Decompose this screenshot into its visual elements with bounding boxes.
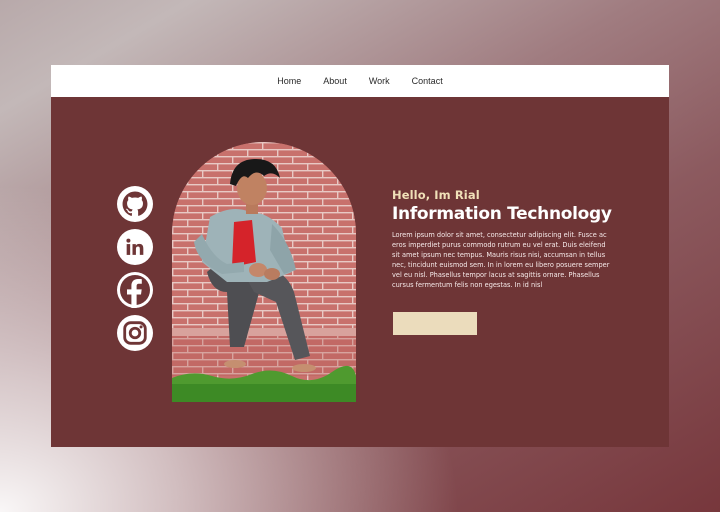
social-links (117, 186, 153, 358)
hero-title: Information Technology (392, 204, 612, 224)
instagram-link[interactable] (117, 315, 153, 351)
facebook-link[interactable] (117, 272, 153, 308)
nav-home-link[interactable]: Home (277, 76, 301, 86)
github-link[interactable] (117, 186, 153, 222)
linkedin-icon (126, 238, 144, 255)
profile-photo-illustration (172, 142, 356, 402)
portfolio-page: Home About Work Contact Hello, Im Rial I… (51, 65, 669, 447)
hero-intro: Hello, Im Rial Information Technology Lo… (392, 188, 617, 291)
facebook-icon (120, 275, 150, 308)
top-navbar: Home About Work Contact (51, 65, 669, 97)
nav-contact-link[interactable]: Contact (412, 76, 443, 86)
nav-about-link[interactable]: About (323, 76, 347, 86)
github-icon (122, 191, 148, 216)
greeting-text: Hello, Im Rial (392, 188, 480, 202)
cta-button[interactable] (393, 312, 477, 335)
bio-paragraph: Lorem ipsum dolor sit amet, consectetur … (392, 231, 610, 290)
profile-photo (172, 142, 356, 402)
nav-work-link[interactable]: Work (369, 76, 390, 86)
linkedin-link[interactable] (117, 229, 153, 265)
instagram-icon (123, 321, 147, 345)
